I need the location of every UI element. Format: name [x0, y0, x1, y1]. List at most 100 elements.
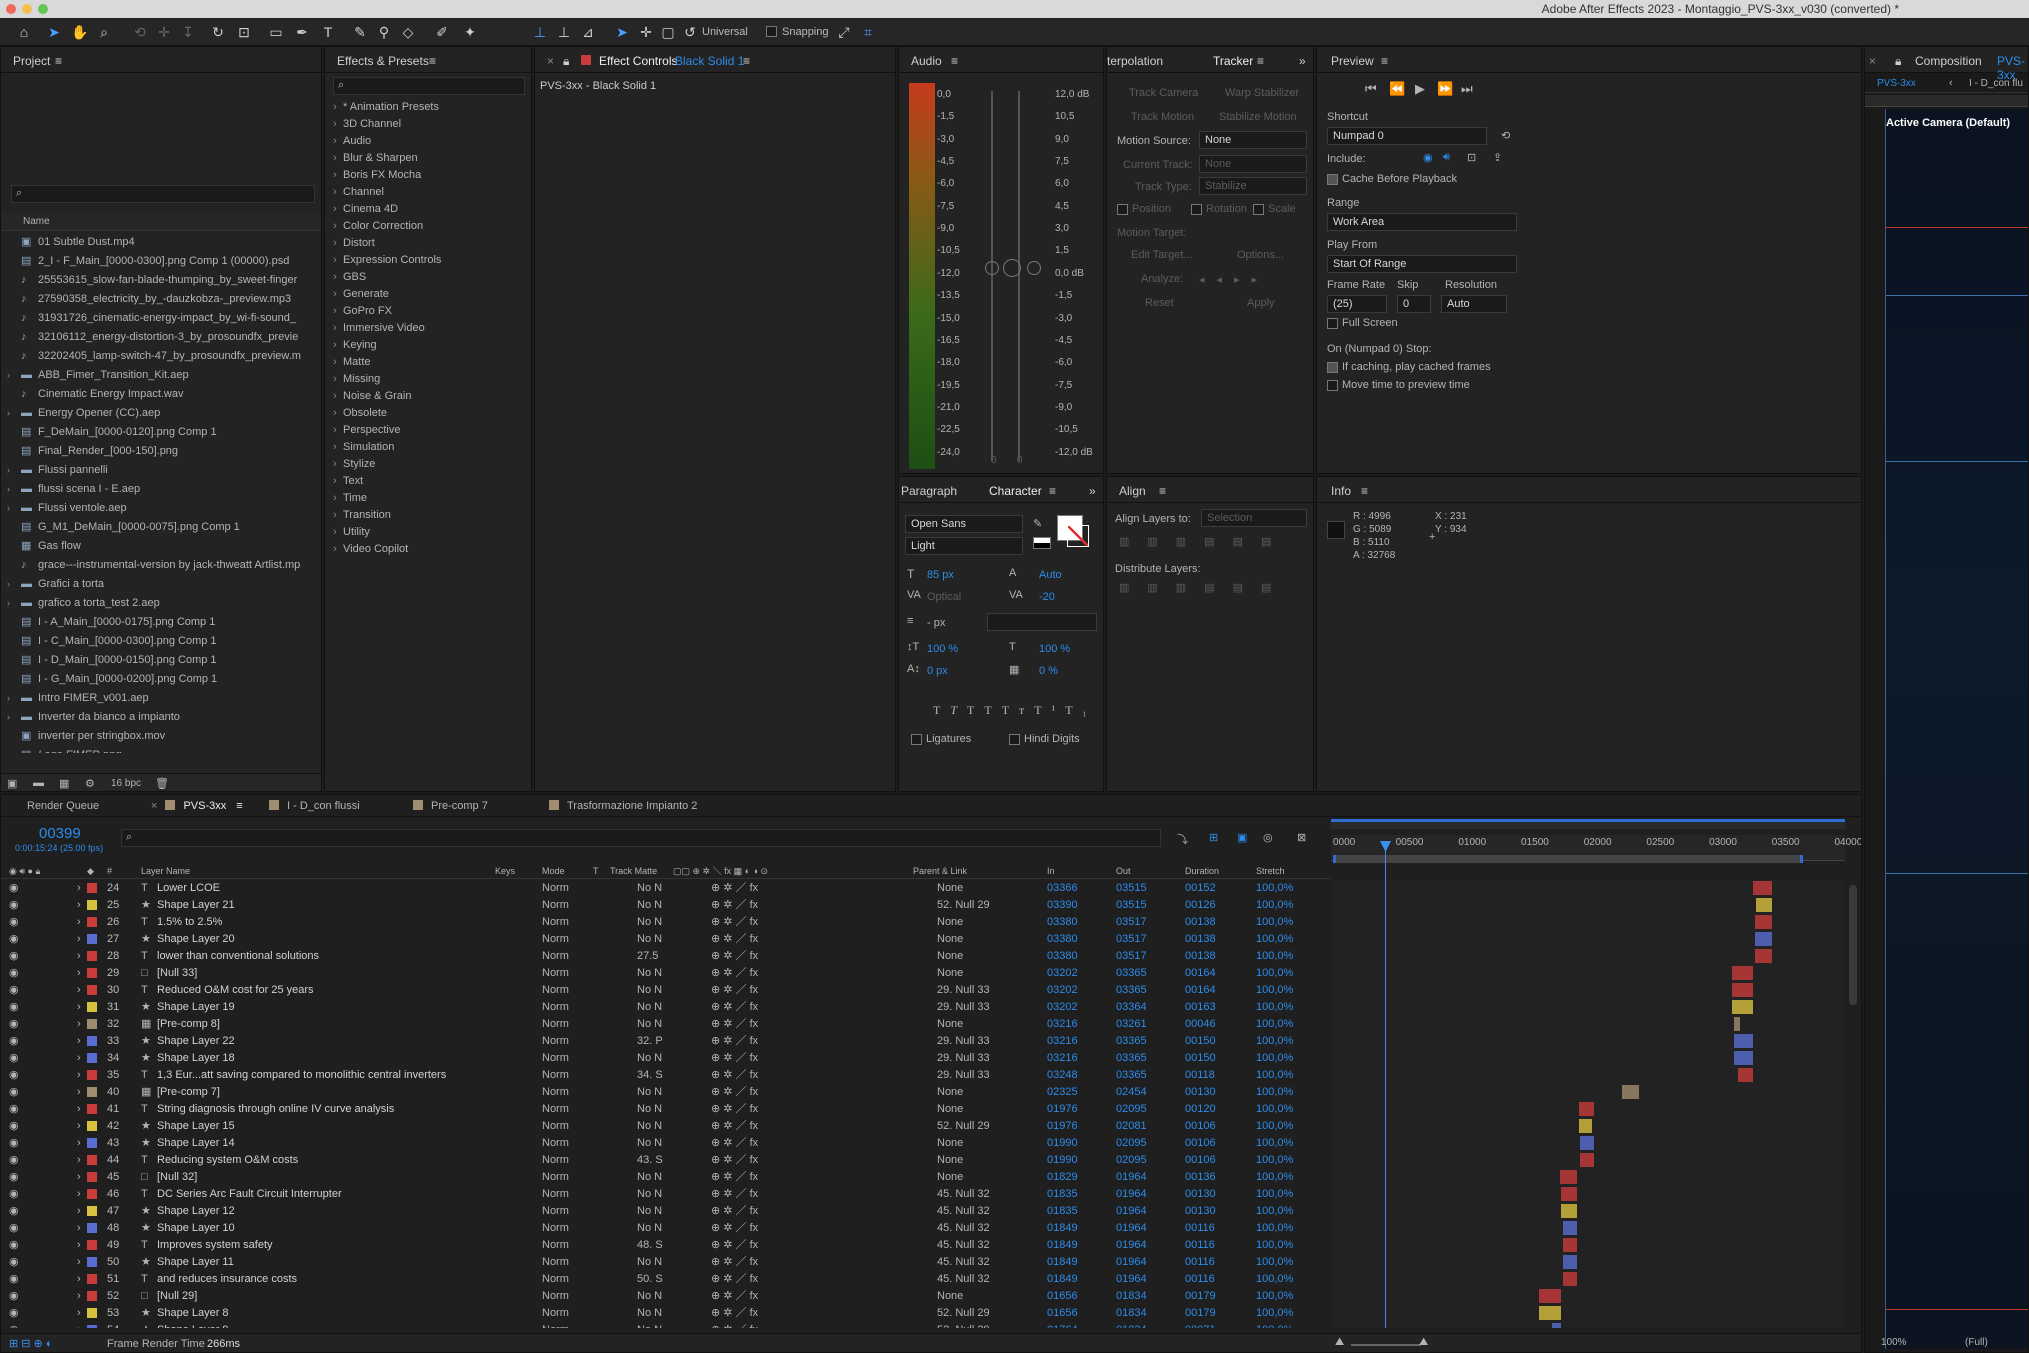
tracking-value[interactable]: -20 [1039, 591, 1055, 603]
project-item[interactable]: › ▬ flussi scena I - E.aep [1, 480, 311, 499]
eye-icon[interactable]: ◉ [9, 1220, 19, 1237]
parent-dropdown[interactable]: 29. Null 33 [937, 1033, 990, 1050]
layer-row[interactable]: ◉ › 25 ★ Shape Layer 21 Norm No N ⊕ ✲ ／ fx 52. N… [1, 897, 1331, 914]
snap-grid-icon[interactable]: ⌗ [858, 22, 878, 42]
stretch[interactable]: 100,0% [1256, 999, 1293, 1016]
position-checkbox[interactable]: Position [1117, 203, 1171, 215]
project-item[interactable]: ▤ Logo FIMER.png [1, 746, 311, 753]
project-item[interactable]: ▣ inverter per stringbox.mov [1, 727, 311, 746]
parent-dropdown[interactable]: None [937, 914, 963, 931]
out-point[interactable]: 01834 [1116, 1322, 1147, 1328]
mode-dropdown[interactable]: Norm [542, 1322, 569, 1328]
disclosure-arrow-icon[interactable]: › [7, 708, 10, 727]
effects-category[interactable]: › Stylize [325, 456, 531, 473]
eye-icon[interactable]: ◉ [9, 1203, 19, 1220]
switches[interactable]: ⊕ ✲ ／ fx [711, 914, 758, 931]
effects-category[interactable]: › Distort [325, 235, 531, 252]
project-item[interactable]: ▤ Final_Render_[000-150].png [1, 442, 311, 461]
layer-name[interactable]: DC Series Arc Fault Circuit Interrupter [157, 1186, 342, 1203]
track-camera-button[interactable]: Track Camera [1129, 87, 1198, 99]
mode-dropdown[interactable]: Norm [542, 1118, 569, 1135]
layer-duration-bar[interactable] [1734, 1017, 1740, 1031]
duration[interactable]: 00130 [1185, 1186, 1216, 1203]
in-point[interactable]: 03216 [1047, 1050, 1078, 1067]
switches[interactable]: ⊕ ✲ ／ fx [711, 880, 758, 897]
switches[interactable]: ⊕ ✲ ／ fx [711, 1016, 758, 1033]
stretch[interactable]: 100,0% [1256, 948, 1293, 965]
layer-duration-bar[interactable] [1732, 966, 1753, 980]
layer-name[interactable]: [Pre-comp 8] [157, 1016, 220, 1033]
eye-icon[interactable]: ◉ [9, 914, 19, 931]
layer-row[interactable]: ◉ › 30 T Reduced O&M cost for 25 years Norm No… [1, 982, 1331, 999]
layer-duration-bar[interactable] [1622, 1085, 1639, 1099]
track-matte-dropdown[interactable]: 34. S [637, 1067, 663, 1084]
effects-category[interactable]: › Video Copilot [325, 541, 531, 558]
expand-arrow-icon[interactable]: › [77, 914, 81, 931]
layer-name[interactable]: Shape Layer 9 [157, 1322, 229, 1328]
in-point[interactable]: 01835 [1047, 1186, 1078, 1203]
mode-dropdown[interactable]: Norm [542, 1237, 569, 1254]
expand-arrow-icon[interactable]: › [77, 1033, 81, 1050]
eye-icon[interactable]: ◉ [9, 1016, 19, 1033]
layer-name[interactable]: Improves system safety [157, 1237, 273, 1254]
parent-dropdown[interactable]: 45. Null 32 [937, 1203, 990, 1220]
motion-source-dropdown[interactable]: None [1199, 131, 1307, 149]
layer-duration-bar[interactable] [1538, 1289, 1561, 1303]
switches[interactable]: ⊕ ✲ ／ fx [711, 1084, 758, 1101]
parent-dropdown[interactable]: None [937, 880, 963, 897]
track-matte-dropdown[interactable]: No N [637, 880, 662, 897]
first-frame-icon[interactable]: ⏮ [1365, 81, 1377, 97]
eye-icon[interactable]: ◉ [9, 1186, 19, 1203]
pen-tool-icon[interactable]: ✒ [292, 22, 312, 42]
mode-dropdown[interactable]: Norm [542, 880, 569, 897]
effects-category[interactable]: › Simulation [325, 439, 531, 456]
expand-arrow-icon[interactable]: › [77, 1271, 81, 1288]
distribute-buttons[interactable]: ▥▥▥▤▤▤ [1119, 581, 1289, 594]
project-item[interactable]: ♪ 32202405_lamp-switch-47_by_prosoundfx_p… [1, 347, 311, 366]
in-point[interactable]: 01849 [1047, 1271, 1078, 1288]
eye-icon[interactable]: ◉ [9, 1152, 19, 1169]
layer-row[interactable]: ◉ › 50 ★ Shape Layer 11 Norm No N ⊕ ✲ ／ fx 45. N… [1, 1254, 1331, 1271]
disclosure-arrow-icon[interactable]: › [7, 594, 10, 613]
layer-name[interactable]: Shape Layer 19 [157, 999, 235, 1016]
in-point[interactable]: 01990 [1047, 1152, 1078, 1169]
universal-selection-icon[interactable]: ➤ [612, 22, 632, 42]
disclosure-arrow-icon[interactable]: › [333, 235, 337, 252]
parent-dropdown[interactable]: 29. Null 33 [937, 1050, 990, 1067]
parent-dropdown[interactable]: None [937, 1016, 963, 1033]
out-point[interactable]: 03515 [1116, 880, 1147, 897]
duration[interactable]: 00071 [1185, 1322, 1216, 1328]
project-item[interactable]: ▤ G_M1_DeMain_[0000-0075].png Comp 1 [1, 518, 311, 537]
expand-arrow-icon[interactable]: › [77, 880, 81, 897]
layer-row[interactable]: ◉ › 35 T 1,3 Eur...att saving compared to mo… [1, 1067, 1331, 1084]
interpolation-tab[interactable]: Interpolation [1107, 54, 1163, 68]
expand-arrow-icon[interactable]: › [77, 1203, 81, 1220]
switches[interactable]: ⊕ ✲ ／ fx [711, 1169, 758, 1186]
stretch[interactable]: 100,0% [1256, 931, 1293, 948]
in-point[interactable]: 03216 [1047, 1016, 1078, 1033]
effects-category[interactable]: › Audio [325, 133, 531, 150]
layer-name[interactable]: Shape Layer 21 [157, 897, 235, 914]
eye-icon[interactable]: ◉ [9, 1033, 19, 1050]
duration[interactable]: 00179 [1185, 1288, 1216, 1305]
layer-row[interactable]: ◉ › 48 ★ Shape Layer 10 Norm No N ⊕ ✲ ／ fx 45. N… [1, 1220, 1331, 1237]
layer-row[interactable]: ◉ › 47 ★ Shape Layer 12 Norm No N ⊕ ✲ ／ fx 45. N… [1, 1203, 1331, 1220]
in-point[interactable]: 01990 [1047, 1135, 1078, 1152]
expand-arrow-icon[interactable]: › [77, 897, 81, 914]
layer-row[interactable]: ◉ › 26 T 1.5% to 2.5% Norm No N ⊕ ✲ ／ fx None 033… [1, 914, 1331, 931]
in-point[interactable]: 03202 [1047, 999, 1078, 1016]
disclosure-arrow-icon[interactable]: › [333, 184, 337, 201]
track-matte-dropdown[interactable]: 50. S [637, 1271, 663, 1288]
track-matte-dropdown[interactable]: No N [637, 1084, 662, 1101]
duration[interactable]: 00138 [1185, 914, 1216, 931]
effects-category[interactable]: › * Animation Presets [325, 99, 531, 116]
effects-category[interactable]: › Boris FX Mocha [325, 167, 531, 184]
project-item[interactable]: › ▬ Inverter da bianco a impianto [1, 708, 311, 727]
switches[interactable]: ⊕ ✲ ／ fx [711, 982, 758, 999]
expand-arrow-icon[interactable]: › [77, 1169, 81, 1186]
layer-label-color[interactable] [87, 1104, 97, 1114]
parent-dropdown[interactable]: 45. Null 32 [937, 1271, 990, 1288]
switches[interactable]: ⊕ ✲ ／ fx [711, 1271, 758, 1288]
motion-blur-icon[interactable]: ◎ [1263, 831, 1273, 844]
mode-dropdown[interactable]: Norm [542, 1186, 569, 1203]
